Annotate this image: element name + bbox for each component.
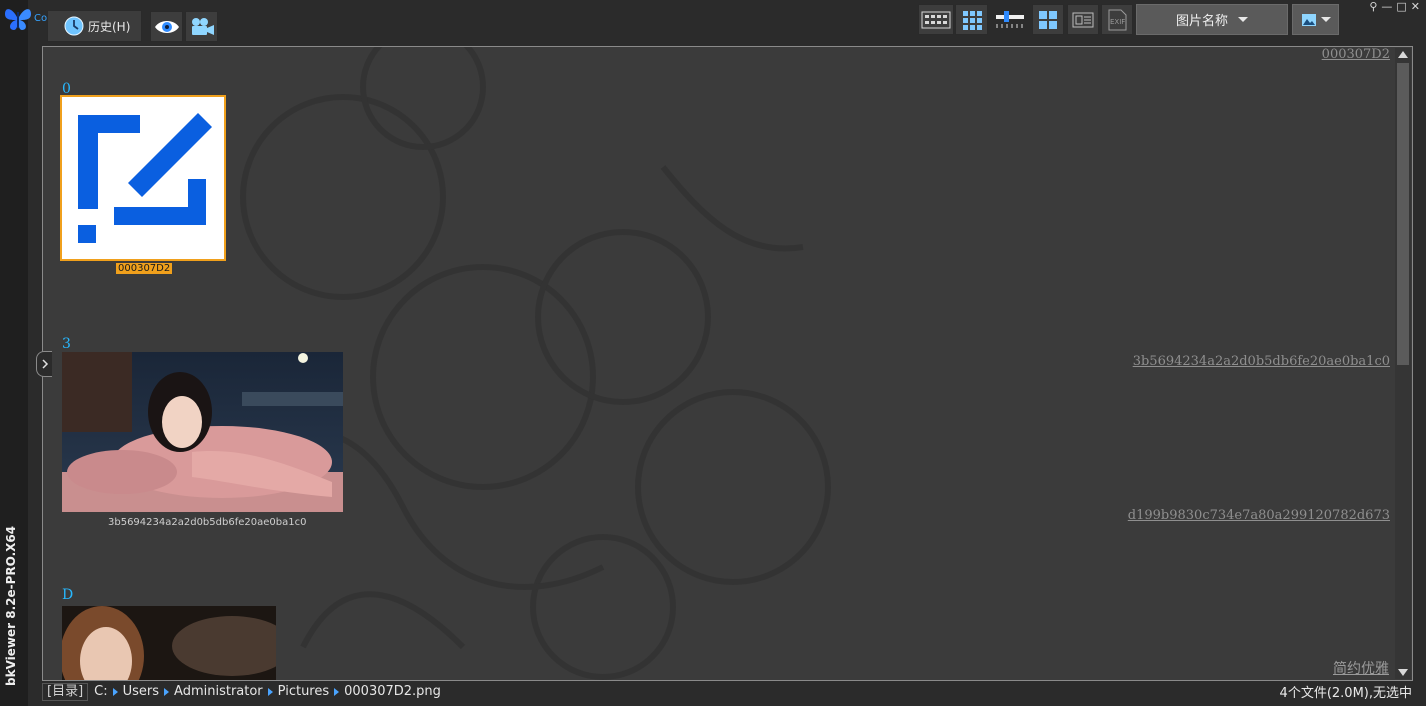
grid-icon xyxy=(962,10,982,30)
photo-thumbnail xyxy=(62,606,276,680)
app-logo-text: Co xyxy=(34,13,48,24)
thumbnail-grid-view-button[interactable] xyxy=(955,4,988,35)
app-window: bkViewer 8.2e-PRO.X64 Co 历史(H) EXIF 图片名称… xyxy=(0,0,1426,706)
breadcrumb-arrow-icon xyxy=(334,687,340,696)
thumbnail-item[interactable] xyxy=(62,606,276,680)
pin-icon[interactable]: ⚲ xyxy=(1369,0,1377,13)
clock-icon xyxy=(64,16,84,36)
sort-by-label: 图片名称 xyxy=(1175,14,1228,29)
window-controls: ⚲ — □ ✕ xyxy=(1369,0,1420,13)
group-header-d: D xyxy=(62,587,74,603)
scroll-down-icon[interactable] xyxy=(1398,669,1408,676)
exif-button[interactable]: EXIF xyxy=(1101,4,1133,35)
detail-view-button[interactable] xyxy=(1067,4,1099,35)
file-count-status: 4个文件(2.0M),无选中 xyxy=(1279,686,1412,701)
theme-hint-link[interactable]: 简约优雅 xyxy=(1333,658,1389,678)
vertical-scrollbar[interactable] xyxy=(1395,48,1411,679)
breadcrumb-arrow-icon xyxy=(164,687,170,696)
large-grid-view-button[interactable] xyxy=(1032,4,1064,35)
breadcrumb-administrator[interactable]: Administrator xyxy=(174,684,263,699)
left-strip: bkViewer 8.2e-PRO.X64 xyxy=(0,0,28,706)
image-icon xyxy=(1301,13,1316,26)
group-right-label[interactable]: 3b5694234a2a2d0b5db6fe20ae0ba1c0 xyxy=(1133,354,1390,369)
breadcrumb-file[interactable]: 000307D2.png xyxy=(344,684,441,699)
minimize-icon[interactable]: — xyxy=(1381,0,1392,13)
four-square-icon xyxy=(1039,10,1057,29)
image-placeholder-icon xyxy=(78,113,212,243)
thumbnail-grid-small-icon xyxy=(921,11,951,28)
eye-icon xyxy=(154,20,179,33)
group-right-label[interactable]: 000307D2 xyxy=(1322,47,1390,62)
status-bar: [目录] C: Users Administrator Pictures 000… xyxy=(42,681,1426,702)
chevron-down-icon xyxy=(1238,17,1248,22)
breadcrumb-users[interactable]: Users xyxy=(123,684,159,699)
maximize-icon[interactable]: □ xyxy=(1396,0,1406,13)
scroll-thumb[interactable] xyxy=(1397,63,1409,365)
close-icon[interactable]: ✕ xyxy=(1411,0,1420,13)
thumbnail-small-view-button[interactable] xyxy=(918,4,954,35)
breadcrumb-arrow-icon xyxy=(112,687,118,696)
history-label: 历史(H) xyxy=(88,19,131,34)
detail-view-icon xyxy=(1072,12,1094,27)
view-mode-dropdown[interactable] xyxy=(1292,4,1339,35)
thumbnail-panel[interactable]: 0 000307D2 000307D2 3 3b5694234a2a2d0b5d… xyxy=(42,46,1413,681)
thumbnail-size-slider[interactable] xyxy=(994,8,1026,32)
eye-button[interactable] xyxy=(150,11,183,42)
group-header-3: 3 xyxy=(62,336,71,352)
breadcrumb-pictures[interactable]: Pictures xyxy=(278,684,329,699)
breadcrumb-drive[interactable]: C: xyxy=(94,684,107,699)
video-camera-button[interactable] xyxy=(185,11,218,42)
sort-by-dropdown[interactable]: 图片名称 xyxy=(1136,4,1288,35)
directory-toggle[interactable]: [目录] xyxy=(42,682,89,701)
slider-icon xyxy=(996,11,1024,28)
group-right-label[interactable]: d199b9830c734e7a80a299120782d673 xyxy=(1128,508,1390,523)
butterfly-logo-icon[interactable] xyxy=(3,6,33,32)
scroll-up-icon[interactable] xyxy=(1398,51,1408,58)
svg-text:EXIF: EXIF xyxy=(1110,18,1125,26)
history-button[interactable]: 历史(H) xyxy=(47,10,142,42)
thumbnail-item-selected[interactable] xyxy=(60,95,226,261)
chevron-right-icon xyxy=(41,359,48,369)
thumbnail-caption: 000307D2 xyxy=(116,263,173,274)
vertical-app-title: bkViewer 8.2e-PRO.X64 xyxy=(4,525,18,686)
chevron-down-icon xyxy=(1320,17,1331,22)
breadcrumb-arrow-icon xyxy=(267,687,273,696)
expand-sidebar-handle[interactable] xyxy=(36,351,52,377)
photo-thumbnail xyxy=(62,352,343,512)
thumbnail-item[interactable] xyxy=(62,352,343,512)
video-camera-icon xyxy=(191,17,214,35)
exif-icon: EXIF xyxy=(1108,9,1127,30)
thumbnail-caption: 3b5694234a2a2d0b5db6fe20ae0ba1c0 xyxy=(108,517,307,528)
